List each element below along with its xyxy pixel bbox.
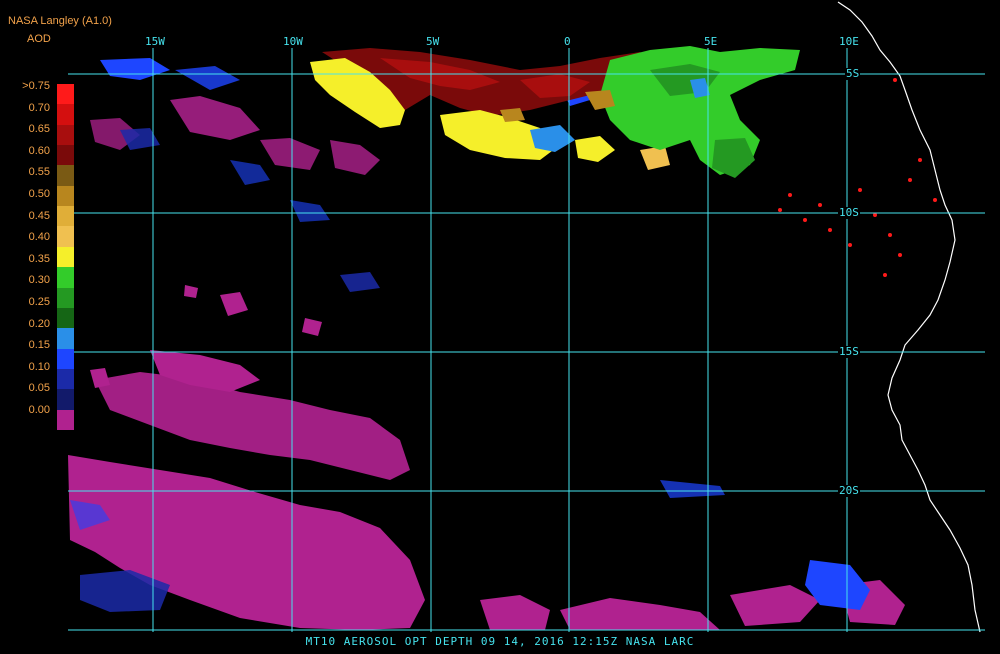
legend-swatch [57,328,74,350]
lon-label-5e: 5E [703,35,719,48]
legend-label: 0.30 [28,274,50,287]
lon-label-0: 0 [563,35,572,48]
lon-label-10e: 10E [838,35,860,48]
source-title: NASA Langley (A1.0) [8,15,112,27]
legend-swatch [57,124,74,146]
legend-swatch [57,165,74,187]
legend-label: 0.65 [28,123,50,136]
legend-swatch [57,368,74,390]
legend-swatch [57,206,74,227]
legend-swatch [57,267,74,289]
legend-label: 0.20 [28,317,50,330]
legend-label: 0.55 [28,166,50,179]
legend-swatch [57,409,74,431]
legend-label: 0.10 [28,360,50,373]
lat-label-20s: 20S [838,484,860,497]
legend-label: 0.35 [28,252,50,265]
legend-label: 0.05 [28,382,50,395]
lon-label-10w: 10W [282,35,304,48]
legend-label: 0.40 [28,231,50,244]
map-caption: MT10 AEROSOL OPT DEPTH 09 14, 2016 12:15… [305,635,695,648]
lat-label-15s: 15S [838,345,860,358]
legend-label: 0.45 [28,209,50,222]
legend-swatch [57,246,74,268]
legend-swatch [57,287,74,309]
legend-label: 0.15 [28,339,50,352]
legend-swatch [57,389,74,411]
legend-swatch [57,185,74,207]
legend-swatch [57,307,74,329]
legend-label: 0.60 [28,144,50,157]
lon-label-15w: 15W [144,35,166,48]
legend-label: >0.75 [22,80,50,92]
legend-label: 0.00 [28,404,50,416]
legend-swatch [57,145,74,166]
map-viewport: NASA Langley (A1.0) AOD >0.75 0.70 0.65 0.6… [0,0,1000,650]
lat-label-5s: 5S [845,67,861,80]
legend-swatch [57,84,74,105]
lon-label-5w: 5W [425,35,441,48]
legend-swatch [57,226,74,248]
product-label: AOD [27,33,51,45]
color-scale-bar [57,84,74,431]
legend-swatch [57,348,74,370]
legend-label: 0.50 [28,188,50,200]
legend-swatch [57,104,74,126]
legend-label: 0.70 [28,101,50,114]
aerosol-map [0,0,1000,650]
legend-label: 0.25 [28,296,50,308]
lat-label-10s: 10S [838,206,860,219]
